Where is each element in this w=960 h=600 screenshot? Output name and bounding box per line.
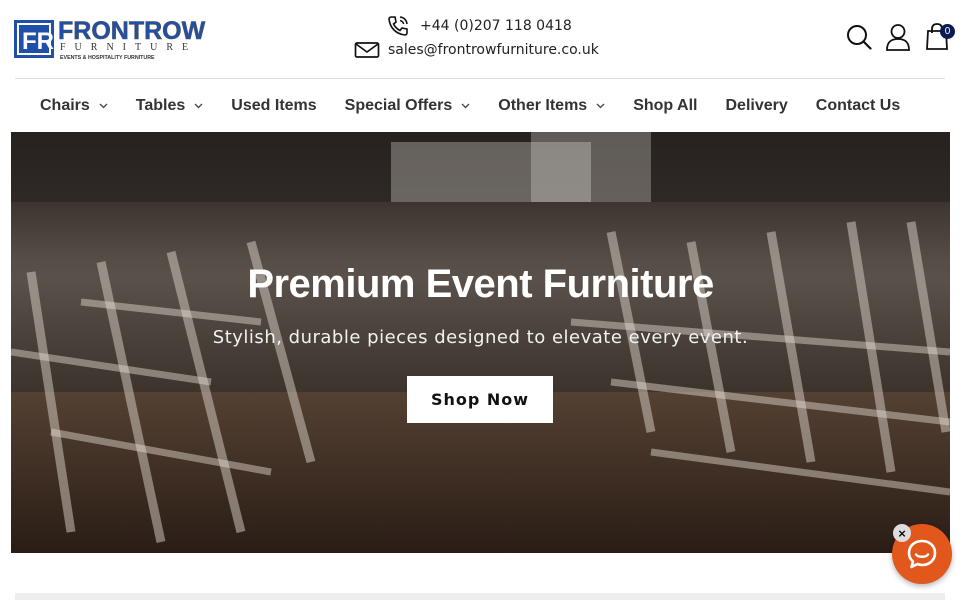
phone-number: +44 (0)207 118 0418 [420, 18, 572, 34]
close-icon[interactable]: × [893, 524, 911, 542]
account-icon[interactable] [885, 22, 911, 52]
nav-item-other-items[interactable]: Other Items [484, 79, 619, 132]
phone-icon [386, 15, 412, 37]
chevron-down-icon [194, 101, 203, 110]
nav-item-delivery[interactable]: Delivery [712, 79, 802, 132]
svg-text:EVENTS & HOSPITALITY FURNITURE: EVENTS & HOSPITALITY FURNITURE [60, 55, 155, 61]
svg-text:FRONTROW: FRONTROW [58, 17, 206, 45]
mail-icon [354, 39, 380, 61]
nav-item-label: Special Offers [344, 96, 453, 114]
nav-item-chairs[interactable]: Chairs [26, 79, 122, 132]
nav-item-special-offers[interactable]: Special Offers [331, 79, 485, 132]
nav-item-label: Contact Us [815, 96, 901, 114]
nav-item-label: Other Items [498, 96, 588, 114]
nav-item-used-items[interactable]: Used Items [217, 79, 330, 132]
nav-item-label: Tables [135, 96, 186, 114]
site-header: FR FRONTROW FURNITURE EVENTS & HOSPITALI… [0, 0, 960, 78]
cart-count-badge: 0 [940, 24, 955, 39]
nav-item-label: Used Items [231, 96, 317, 114]
logo-graphic: FR FRONTROW FURNITURE EVENTS & HOSPITALI… [14, 17, 206, 61]
main-nav: Chairs Tables Used Items Special Offers … [0, 79, 960, 132]
svg-text:FR: FR [22, 28, 54, 55]
nav-item-contact-us[interactable]: Contact Us [802, 79, 914, 132]
nav-item-label: Delivery [725, 96, 788, 114]
shop-now-button[interactable]: Shop Now [407, 376, 553, 423]
nav-item-label: Chairs [40, 96, 90, 114]
chevron-down-icon [461, 101, 470, 110]
search-icon[interactable] [846, 22, 872, 52]
nav-item-tables[interactable]: Tables [122, 79, 218, 132]
header-actions: 0 [846, 22, 955, 52]
contact-info: +44 (0)207 118 0418 sales@frontrowfurnit… [354, 14, 614, 62]
phone-link[interactable]: +44 (0)207 118 0418 [354, 14, 614, 38]
cart-icon[interactable]: 0 [924, 22, 955, 52]
email-address: sales@frontrowfurniture.co.uk [388, 42, 599, 58]
svg-text:FURNITURE: FURNITURE [60, 42, 197, 53]
next-section-edge [15, 593, 945, 600]
chevron-down-icon [99, 101, 108, 110]
hero-title: Premium Event Furniture [247, 262, 714, 306]
nav-item-shop-all[interactable]: Shop All [619, 79, 711, 132]
chevron-down-icon [596, 101, 605, 110]
email-link[interactable]: sales@frontrowfurniture.co.uk [354, 38, 614, 62]
hero-banner: Premium Event Furniture Stylish, durable… [11, 132, 950, 553]
hero-subtitle: Stylish, durable pieces designed to elev… [212, 327, 749, 348]
chat-bubble-icon [907, 539, 937, 569]
nav-item-label: Shop All [633, 96, 698, 114]
site-logo[interactable]: FR FRONTROW FURNITURE EVENTS & HOSPITALI… [14, 17, 224, 61]
